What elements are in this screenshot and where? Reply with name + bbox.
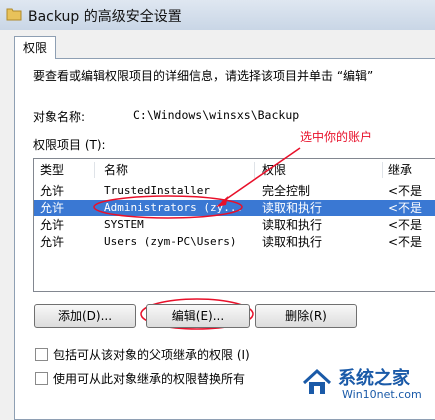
column-header-inherited[interactable]: 继承 [388, 159, 412, 181]
include-inheritable-checkbox[interactable] [35, 348, 48, 361]
cell-permission: 读取和执行 [262, 201, 323, 215]
column-header-name[interactable]: 名称 [104, 159, 128, 181]
cell-inherited: <不是 [388, 201, 423, 215]
cell-name: Administrators (zy... [104, 201, 244, 214]
cell-name: SYSTEM [104, 218, 144, 231]
window-title: Backup 的高级安全设置 [28, 9, 182, 25]
object-name-value: C:\Windows\winsxs\Backup [133, 108, 300, 122]
cell-type: 允许 [40, 201, 65, 215]
title-bar: Backup 的高级安全设置 [0, 0, 435, 31]
cell-permission: 读取和执行 [262, 218, 323, 232]
cell-name: TrustedInstaller [104, 184, 210, 197]
description-text: 要查看或编辑权限项目的详细信息，请选择该项目并单击 “编辑” [33, 69, 374, 83]
include-inheritable-label[interactable]: 包括可从该对象的父项继承的权限 (I) [53, 346, 250, 363]
list-item[interactable]: 允许 TrustedInstaller 完全控制 <不是 [34, 183, 435, 199]
list-header: 类型 名称 权限 继承 [34, 159, 435, 181]
list-item[interactable]: 允许 Users (zym-PC\Users) 读取和执行 <不是 [34, 234, 435, 250]
cell-type: 允许 [40, 218, 65, 232]
object-name-label: 对象名称: [33, 110, 86, 124]
remove-button[interactable]: 删除(R) [255, 304, 357, 328]
watermark-logo-icon [302, 368, 332, 394]
watermark-brand: 系统之家 [338, 368, 410, 389]
cell-permission: 完全控制 [262, 184, 311, 198]
add-button[interactable]: 添加(D)... [34, 304, 136, 328]
cell-type: 允许 [40, 235, 65, 249]
permission-entries-list[interactable]: 类型 名称 权限 继承 允许 TrustedInstaller 完全控制 <不是… [33, 158, 435, 292]
list-item[interactable]: 允许 SYSTEM 读取和执行 <不是 [34, 217, 435, 233]
permission-entries-label: 权限项目 (T): [33, 138, 106, 152]
replace-child-permissions-label[interactable]: 使用可从此对象继承的权限替换所有 [53, 370, 245, 387]
annotation-text: 选中你的账户 [300, 130, 373, 144]
cell-inherited: <不是 [388, 184, 423, 198]
edit-button[interactable]: 编辑(E)... [146, 304, 250, 328]
watermark-url: Win10net.com [342, 388, 422, 401]
replace-child-permissions-checkbox[interactable] [35, 372, 48, 385]
cell-permission: 读取和执行 [262, 235, 323, 249]
cell-name: Users (zym-PC\Users) [104, 235, 237, 248]
column-header-type[interactable]: 类型 [40, 159, 64, 181]
tab-permissions[interactable]: 权限 [14, 36, 56, 59]
list-item-selected[interactable]: 允许 Administrators (zy... 读取和执行 <不是 [34, 200, 435, 216]
folder-icon [6, 8, 22, 21]
cell-inherited: <不是 [388, 218, 423, 232]
column-header-permission[interactable]: 权限 [262, 159, 286, 181]
cell-inherited: <不是 [388, 235, 423, 249]
cell-type: 允许 [40, 184, 65, 198]
